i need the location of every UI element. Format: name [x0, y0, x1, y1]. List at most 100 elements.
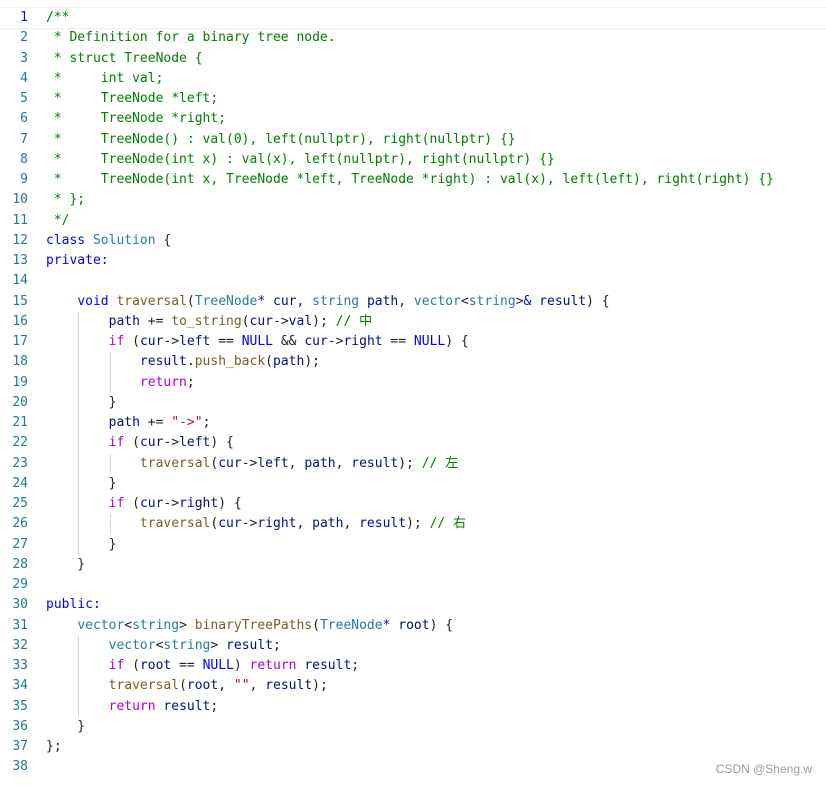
code-token: <	[460, 293, 469, 309]
line-number: 10	[12, 192, 28, 208]
code-token: (	[124, 334, 140, 349]
code-token: vector	[413, 293, 461, 309]
code-line[interactable]: 5 * TreeNode *left;	[0, 89, 826, 109]
code-token: +=	[139, 313, 172, 329]
code-token: traversal	[116, 293, 187, 309]
code-line[interactable]: 29	[0, 575, 826, 595]
code-line[interactable]: 31 vector<string> binaryTreePaths(TreeNo…	[0, 616, 826, 636]
code-token: )	[233, 658, 250, 673]
code-line[interactable]: 19 return;	[0, 372, 826, 393]
code-line[interactable]: 2 * Definition for a binary tree node.	[0, 28, 826, 48]
code-line[interactable]: 24 }	[0, 473, 826, 494]
code-line[interactable]: 6 * TreeNode *right;	[0, 109, 826, 129]
line-number: 14	[12, 273, 28, 289]
code-line[interactable]: 3 * struct TreeNode {	[0, 49, 826, 69]
code-text: traversal(root, "", result);	[46, 676, 328, 696]
code-token: * TreeNode *right;	[46, 111, 227, 127]
code-line[interactable]: 27 }	[0, 534, 826, 555]
code-line[interactable]: 21 path += "->";	[0, 413, 826, 434]
code-line[interactable]: 13 private:	[0, 251, 826, 271]
code-token: >	[515, 293, 524, 309]
line-number: 19	[12, 374, 28, 390]
code-line[interactable]: 7 * TreeNode() : val(0), left(nullptr), …	[0, 130, 826, 150]
code-line[interactable]: 8 * TreeNode(int x) : val(x), left(nullp…	[0, 150, 826, 170]
code-token: * int val;	[46, 70, 164, 86]
code-line[interactable]: 15 void traversal(TreeNode* cur, string …	[0, 292, 826, 312]
code-text: * TreeNode(int x, TreeNode *left, TreeNo…	[46, 170, 774, 190]
code-editor[interactable]: 1 /** 2 * Definition for a binary tree nod…	[0, 6, 826, 778]
code-line[interactable]: 14	[0, 271, 826, 291]
line-number: 7	[20, 131, 28, 147]
code-line[interactable]: 11 */	[0, 211, 826, 231]
code-token: if	[108, 658, 125, 673]
code-token: ,	[343, 516, 360, 532]
code-line[interactable]: 10 * };	[0, 190, 826, 210]
code-token: ->	[241, 516, 258, 532]
code-token: >	[179, 617, 195, 633]
code-token: ->	[163, 334, 180, 349]
code-token: path	[108, 313, 140, 329]
code-token: "->"	[171, 415, 203, 430]
code-line[interactable]: 26 traversal(cur->right, path, result); …	[0, 514, 826, 535]
code-token: ->	[273, 313, 289, 329]
code-token: &&	[273, 334, 305, 349]
code-token: ,	[335, 455, 352, 471]
code-token: to_string	[171, 313, 242, 329]
code-line[interactable]: 16 path += to_string(cur->val); // 中	[0, 311, 826, 332]
code-line[interactable]: 38	[0, 757, 826, 777]
code-line[interactable]: 25 if (cur->right) {	[0, 494, 826, 515]
code-line[interactable]: 34 traversal(root, "", result);	[0, 676, 826, 697]
code-token: */	[46, 212, 70, 228]
code-line[interactable]: 30 public:	[0, 595, 826, 615]
code-token: return	[139, 374, 187, 390]
code-line[interactable]: 1 /**	[0, 6, 826, 30]
code-token: path	[273, 354, 305, 370]
code-token: cur	[139, 435, 164, 451]
code-text: * Definition for a binary tree node.	[46, 28, 336, 48]
code-token: ,	[249, 678, 266, 694]
code-line[interactable]: 20 }	[0, 392, 826, 413]
code-token: NULL	[241, 334, 274, 349]
code-token: ==	[210, 334, 242, 349]
code-line[interactable]: 9 * TreeNode(int x, TreeNode *left, Tree…	[0, 170, 826, 190]
code-text: traversal(cur->left, path, result); // 左	[46, 454, 458, 474]
code-token: ""	[233, 678, 250, 694]
code-token: };	[46, 739, 62, 754]
code-token: *	[257, 293, 274, 309]
code-line[interactable]: 22 if (cur->left) {	[0, 433, 826, 454]
code-text: * TreeNode *left;	[46, 89, 218, 109]
code-token: &	[523, 293, 540, 309]
code-text: void traversal(TreeNode* cur, string pat…	[46, 292, 609, 312]
line-number: 17	[12, 334, 28, 349]
line-number: 9	[20, 172, 28, 187]
code-line[interactable]: 17 if (cur->left == NULL && cur->right =…	[0, 332, 826, 353]
code-line[interactable]: 23 traversal(cur->left, path, result); /…	[0, 453, 826, 474]
code-token: ,	[296, 516, 313, 532]
code-token: result	[351, 455, 399, 471]
code-line[interactable]: 36 }	[0, 717, 826, 737]
code-token: vector	[108, 637, 156, 653]
code-text: }	[46, 535, 117, 555]
code-line[interactable]: 32 vector<string> result;	[0, 635, 826, 656]
code-line[interactable]: 35 return result;	[0, 696, 826, 717]
code-line[interactable]: 28 }	[0, 555, 826, 575]
code-line[interactable]: 4 * int val;	[0, 69, 826, 89]
code-token: Solution	[92, 232, 156, 248]
code-token: path	[312, 516, 344, 532]
code-token: ,	[296, 293, 313, 309]
code-line[interactable]: 33 if (root == NULL) return result;	[0, 656, 826, 677]
code-line[interactable]: 12 class Solution {	[0, 231, 826, 251]
code-text: vector<string> binaryTreePaths(TreeNode*…	[46, 616, 453, 636]
code-token: }	[46, 536, 117, 552]
code-line[interactable]: 18 result.push_back(path);	[0, 352, 826, 373]
code-token: (	[241, 313, 250, 329]
line-number: 16	[12, 313, 28, 329]
code-token: ,	[398, 293, 414, 309]
code-token: TreeNode	[319, 617, 383, 633]
code-line[interactable]: 37};	[0, 737, 826, 757]
